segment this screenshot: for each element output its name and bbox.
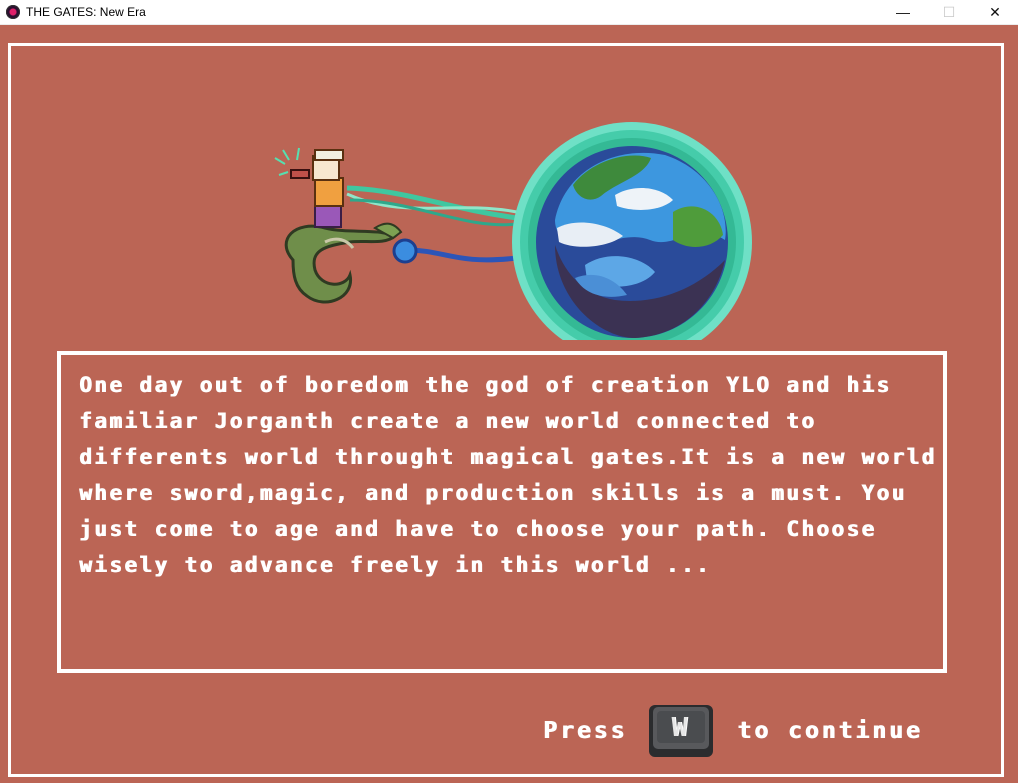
window-controls: — ☐ ✕ bbox=[880, 0, 1018, 24]
planet-orb-sprite bbox=[512, 122, 752, 340]
window-title: THE GATES: New Era bbox=[26, 5, 146, 19]
key-letter: W bbox=[672, 713, 691, 743]
intro-scene bbox=[274, 122, 752, 340]
energy-node bbox=[392, 238, 418, 264]
prompt-press-label: Press bbox=[543, 718, 628, 744]
story-text-box: One day out of boredom the god of creati… bbox=[57, 351, 947, 673]
maximize-button[interactable]: ☐ bbox=[926, 0, 972, 24]
w-key-icon[interactable]: W bbox=[647, 703, 715, 759]
minimize-button[interactable]: — bbox=[880, 0, 926, 24]
god-riding-dragon-sprite bbox=[274, 147, 403, 304]
close-button[interactable]: ✕ bbox=[972, 0, 1018, 24]
energy-stream-blue bbox=[406, 247, 518, 263]
game-viewport[interactable]: One day out of boredom the god of creati… bbox=[0, 25, 1018, 783]
prompt-continue-label: to continue bbox=[737, 718, 923, 744]
story-text: One day out of boredom the god of creati… bbox=[79, 373, 937, 577]
continue-prompt: Press W to continue bbox=[543, 703, 923, 759]
window-title-bar: THE GATES: New Era — ☐ ✕ bbox=[0, 0, 1018, 25]
app-logo-icon bbox=[6, 5, 20, 19]
